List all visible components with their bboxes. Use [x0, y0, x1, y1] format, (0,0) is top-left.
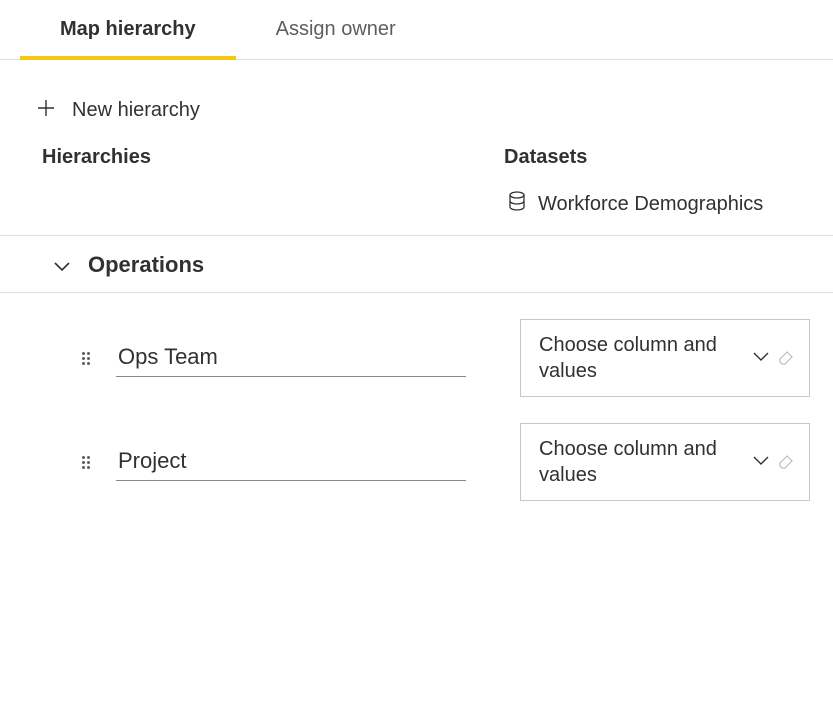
column-picker[interactable]: Choose column and values — [520, 423, 810, 501]
new-hierarchy-label: New hierarchy — [72, 99, 200, 122]
picker-placeholder: Choose column and values — [539, 332, 753, 384]
hierarchy-name-input[interactable] — [116, 444, 466, 481]
tab-assign-owner[interactable]: Assign owner — [236, 0, 436, 59]
hierarchy-row: Choose column and values — [30, 397, 813, 501]
hierarchies-header: Hierarchies — [30, 146, 504, 169]
plus-icon — [36, 98, 56, 122]
chevron-down-icon — [753, 349, 769, 367]
drag-handle-icon[interactable] — [82, 454, 92, 470]
database-icon — [508, 191, 526, 217]
drag-handle-icon[interactable] — [82, 350, 92, 366]
picker-placeholder: Choose column and values — [539, 436, 753, 488]
group-name: Operations — [88, 252, 204, 278]
tabs-bar: Map hierarchy Assign owner — [0, 0, 833, 60]
dataset-name: Workforce Demographics — [538, 193, 763, 216]
eraser-icon[interactable] — [777, 451, 795, 474]
new-hierarchy-button[interactable]: New hierarchy — [30, 90, 813, 146]
dataset-row: Workforce Demographics — [0, 179, 833, 236]
group-header-operations[interactable]: Operations — [0, 236, 833, 293]
tab-map-hierarchy[interactable]: Map hierarchy — [20, 0, 236, 59]
eraser-icon[interactable] — [777, 347, 795, 370]
columns-header: Hierarchies Datasets — [30, 146, 813, 179]
column-picker[interactable]: Choose column and values — [520, 319, 810, 397]
chevron-down-icon — [54, 252, 70, 278]
hierarchy-name-input[interactable] — [116, 340, 466, 377]
datasets-header: Datasets — [504, 146, 813, 169]
chevron-down-icon — [753, 453, 769, 471]
hierarchy-row: Choose column and values — [30, 293, 813, 397]
